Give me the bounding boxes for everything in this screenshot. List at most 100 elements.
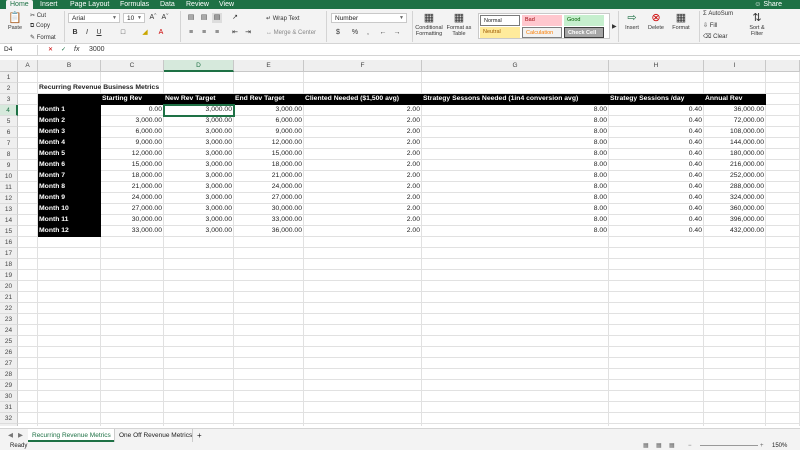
cell[interactable] bbox=[704, 380, 766, 391]
clear-button[interactable]: ⌫ Clear bbox=[703, 33, 728, 40]
cell[interactable] bbox=[38, 72, 101, 83]
cell[interactable] bbox=[18, 402, 38, 413]
cell[interactable] bbox=[704, 402, 766, 413]
cell[interactable] bbox=[101, 314, 164, 325]
cell[interactable] bbox=[766, 292, 800, 303]
cell[interactable] bbox=[766, 160, 800, 171]
cell[interactable] bbox=[18, 259, 38, 270]
cell[interactable] bbox=[766, 237, 800, 248]
normal-view-icon[interactable]: ▦ bbox=[643, 442, 649, 450]
data-cell[interactable]: 9,000.00 bbox=[101, 138, 164, 149]
format-painter-button[interactable]: ✎ Format bbox=[30, 34, 56, 41]
cell[interactable] bbox=[766, 391, 800, 402]
style-good[interactable]: Good bbox=[564, 15, 604, 26]
data-cell[interactable]: 144,000.00 bbox=[704, 138, 766, 149]
cell[interactable] bbox=[101, 369, 164, 380]
header-cell[interactable]: Starting Rev bbox=[101, 94, 164, 105]
bold-button[interactable]: B bbox=[70, 28, 80, 38]
cell[interactable] bbox=[38, 402, 101, 413]
cell[interactable] bbox=[234, 424, 304, 426]
sheet-title-cell[interactable]: Recurring Revenue Business Metrics bbox=[38, 83, 159, 94]
data-cell[interactable]: 2.00 bbox=[304, 171, 422, 182]
cell[interactable] bbox=[18, 237, 38, 248]
row-header-2[interactable]: 2 bbox=[0, 83, 18, 94]
cell[interactable] bbox=[766, 380, 800, 391]
header-cell[interactable]: Strategy Sessons Needed (1in4 conversion… bbox=[422, 94, 609, 105]
decrease-indent-icon[interactable]: ⇤ bbox=[230, 28, 240, 38]
cell[interactable] bbox=[766, 259, 800, 270]
tab-data[interactable]: Data bbox=[156, 0, 179, 9]
share-button[interactable]: ☺ Share bbox=[754, 0, 782, 9]
cell[interactable] bbox=[38, 281, 101, 292]
column-header-f[interactable]: F bbox=[304, 60, 422, 72]
cell[interactable] bbox=[422, 402, 609, 413]
cell[interactable] bbox=[18, 336, 38, 347]
cell[interactable] bbox=[704, 369, 766, 380]
cell[interactable] bbox=[766, 105, 800, 116]
data-cell[interactable]: 6,000.00 bbox=[234, 116, 304, 127]
cell[interactable] bbox=[18, 358, 38, 369]
data-cell[interactable]: 8.00 bbox=[422, 138, 609, 149]
cell[interactable] bbox=[234, 358, 304, 369]
align-center-icon[interactable]: ≡ bbox=[199, 28, 209, 38]
data-cell[interactable]: 8.00 bbox=[422, 149, 609, 160]
cell[interactable] bbox=[304, 237, 422, 248]
cell[interactable] bbox=[101, 336, 164, 347]
data-cell[interactable]: 2.00 bbox=[304, 138, 422, 149]
cell[interactable] bbox=[304, 83, 422, 94]
cell[interactable] bbox=[766, 314, 800, 325]
cell[interactable] bbox=[609, 391, 704, 402]
select-all-corner[interactable] bbox=[0, 60, 18, 72]
cell[interactable] bbox=[164, 83, 234, 94]
data-cell[interactable]: 6,000.00 bbox=[101, 127, 164, 138]
data-cell[interactable]: 2.00 bbox=[304, 193, 422, 204]
cell[interactable] bbox=[38, 413, 101, 424]
cell[interactable] bbox=[304, 303, 422, 314]
align-bottom-icon[interactable]: ▤ bbox=[212, 13, 222, 23]
cell[interactable] bbox=[704, 72, 766, 83]
cell[interactable] bbox=[164, 292, 234, 303]
cell[interactable] bbox=[38, 380, 101, 391]
cell[interactable] bbox=[766, 303, 800, 314]
month-label-cell[interactable]: Month 11 bbox=[38, 215, 101, 226]
row-header-25[interactable]: 25 bbox=[0, 336, 18, 347]
style-check-cell[interactable]: Check Cell bbox=[564, 27, 604, 38]
data-cell[interactable]: 216,000.00 bbox=[704, 160, 766, 171]
data-cell[interactable]: 0.40 bbox=[609, 116, 704, 127]
tab-page-layout[interactable]: Page Layout bbox=[66, 0, 113, 9]
cell[interactable] bbox=[422, 314, 609, 325]
percent-icon[interactable]: % bbox=[350, 28, 360, 38]
cell[interactable] bbox=[304, 369, 422, 380]
cell[interactable] bbox=[304, 424, 422, 426]
data-cell[interactable]: 24,000.00 bbox=[101, 193, 164, 204]
cell[interactable] bbox=[101, 259, 164, 270]
tab-formulas[interactable]: Formulas bbox=[116, 0, 153, 9]
header-cell-blank[interactable] bbox=[38, 94, 101, 105]
cell[interactable] bbox=[704, 281, 766, 292]
column-header-g[interactable]: G bbox=[422, 60, 609, 72]
cell[interactable] bbox=[766, 116, 800, 127]
data-cell[interactable]: 2.00 bbox=[304, 182, 422, 193]
data-cell[interactable]: 3,000.00 bbox=[164, 226, 234, 237]
cell[interactable] bbox=[609, 325, 704, 336]
cell[interactable] bbox=[101, 380, 164, 391]
row-header-28[interactable]: 28 bbox=[0, 369, 18, 380]
data-cell[interactable]: 18,000.00 bbox=[234, 160, 304, 171]
month-label-cell[interactable]: Month 7 bbox=[38, 171, 101, 182]
data-cell[interactable]: 396,000.00 bbox=[704, 215, 766, 226]
data-cell[interactable]: 18,000.00 bbox=[101, 171, 164, 182]
cell[interactable] bbox=[18, 369, 38, 380]
header-cell[interactable]: Cliented Needed ($1,500 avg) bbox=[304, 94, 422, 105]
month-label-cell[interactable]: Month 12 bbox=[38, 226, 101, 237]
cell[interactable] bbox=[18, 281, 38, 292]
row-header-6[interactable]: 6 bbox=[0, 127, 18, 138]
cell[interactable] bbox=[164, 391, 234, 402]
cell[interactable] bbox=[234, 369, 304, 380]
data-cell[interactable]: 8.00 bbox=[422, 182, 609, 193]
data-cell[interactable]: 0.40 bbox=[609, 182, 704, 193]
row-header-14[interactable]: 14 bbox=[0, 215, 18, 226]
cell[interactable] bbox=[234, 281, 304, 292]
data-cell[interactable]: 3,000.00 bbox=[101, 116, 164, 127]
cell[interactable] bbox=[304, 391, 422, 402]
row-header-17[interactable]: 17 bbox=[0, 248, 18, 259]
